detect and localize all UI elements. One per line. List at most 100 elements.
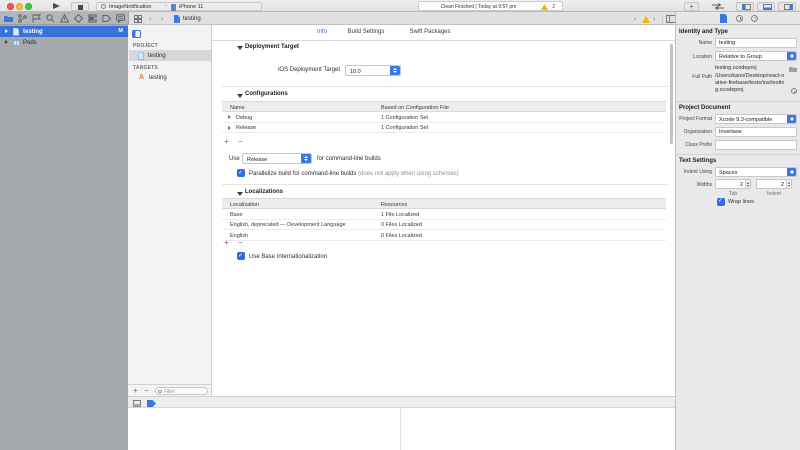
target-item-row[interactable]: A testing (129, 72, 211, 83)
config-name: Release (236, 125, 256, 131)
class-prefix-field[interactable] (715, 140, 797, 150)
section-disclosure-icon[interactable] (237, 192, 243, 196)
symbol-navigator-icon[interactable] (32, 14, 41, 23)
history-inspector-icon[interactable] (736, 15, 743, 22)
tab-width-stepper[interactable]: 2 (715, 179, 751, 189)
tab-caption: Tab (715, 192, 751, 197)
use-suffix-label: for command-line builds (317, 156, 381, 162)
close-window-button[interactable] (7, 3, 14, 10)
activity-viewer: Clean Finished | Today at 9:57 pm 2 (418, 1, 563, 11)
scheme-target-label: ImageNotification (109, 5, 152, 11)
breakpoints-toggle-icon[interactable] (147, 400, 156, 407)
disclosure-triangle-icon[interactable] (228, 115, 231, 119)
open-path-arrow-icon[interactable] (791, 88, 797, 94)
stepper-arrows-icon[interactable] (745, 180, 750, 188)
parallelize-checkbox[interactable] (237, 169, 245, 177)
column-header-localization: Localization (230, 202, 259, 208)
localization-resources: 0 Files Localized (381, 233, 422, 239)
stop-button[interactable] (71, 2, 89, 11)
library-button[interactable]: + (684, 2, 699, 11)
disclosure-triangle-icon[interactable] (5, 29, 8, 33)
stepper-arrows-icon[interactable] (786, 180, 791, 188)
table-header: Localization Resources (222, 199, 666, 209)
table-row[interactable]: Base 1 File Localized (222, 209, 666, 220)
run-button[interactable] (53, 3, 60, 9)
tab-info[interactable]: Info (307, 29, 337, 35)
add-target-button[interactable]: + (133, 387, 138, 395)
forward-button[interactable]: › (161, 15, 164, 23)
project-item-row[interactable]: testing (129, 50, 211, 61)
file-inspector-icon[interactable] (720, 14, 727, 23)
variables-view[interactable] (128, 408, 400, 450)
indent-using-popup[interactable]: Spaces (715, 167, 797, 177)
use-label: Use (229, 156, 240, 162)
project-format-label: Project Format (676, 116, 712, 122)
test-navigator-icon[interactable] (74, 14, 83, 23)
project-item-label: testing (148, 53, 166, 59)
issue-navigator-icon[interactable] (60, 14, 69, 23)
navigator-tab-strip (0, 12, 128, 25)
table-row[interactable]: Debug 1 Configuration Set (222, 112, 666, 123)
wrap-lines-checkbox[interactable] (717, 198, 725, 206)
identity-section-title: Identity and Type (679, 29, 728, 35)
source-control-navigator-icon[interactable] (18, 14, 27, 23)
toggle-navigator-button[interactable] (736, 2, 754, 11)
quick-help-inspector-icon[interactable]: ? (751, 15, 758, 22)
navigator-item-testing[interactable]: testing M (0, 26, 128, 37)
hide-debug-area-icon[interactable] (133, 400, 141, 407)
organization-field[interactable] (715, 127, 797, 137)
config-value: 1 Configuration Set (381, 115, 428, 121)
issue-back-button[interactable]: ‹ (634, 15, 637, 23)
section-disclosure-icon[interactable] (237, 94, 243, 98)
toggle-debug-area-button[interactable] (757, 2, 775, 11)
remove-localization-button[interactable]: − (238, 239, 243, 247)
scheme-selector[interactable]: ImageNotification › iPhone 11 (96, 2, 262, 11)
warning-icon[interactable] (541, 4, 548, 10)
editor-scrollbar[interactable] (670, 44, 673, 144)
indent-width-stepper[interactable]: 2 (756, 179, 792, 189)
name-field[interactable] (715, 38, 797, 48)
localizations-section-title: Localizations (245, 189, 283, 195)
filter-field[interactable]: Filter (155, 387, 208, 395)
table-row[interactable]: Release 1 Configuration Set (222, 123, 666, 134)
console-view[interactable] (401, 408, 675, 450)
disclosure-triangle-icon[interactable] (5, 40, 8, 44)
toggle-inspector-button[interactable] (778, 2, 796, 11)
tab-build-settings[interactable]: Build Settings (344, 29, 388, 35)
report-navigator-icon[interactable] (116, 14, 125, 23)
issue-warning-icon[interactable] (642, 16, 650, 23)
table-row[interactable]: English 0 Files Localized (222, 230, 666, 241)
project-navigator-icon[interactable] (4, 14, 13, 23)
deployment-target-popup[interactable]: 10.0 (345, 65, 401, 76)
base-internationalization-checkbox[interactable] (237, 252, 245, 260)
class-prefix-label: Class Prefix (676, 142, 712, 148)
tab-overview-icon[interactable] (134, 15, 142, 23)
jump-bar-file-label[interactable]: testing (183, 16, 201, 22)
navigator-item-pods[interactable]: Pods (0, 37, 128, 48)
breakpoint-navigator-icon[interactable] (102, 14, 111, 23)
project-navigator: testing M Pods (0, 25, 128, 450)
add-localization-button[interactable]: + (224, 239, 229, 247)
back-button[interactable]: ‹ (149, 15, 152, 23)
disclosure-triangle-icon[interactable] (228, 126, 231, 130)
add-configuration-button[interactable]: + (224, 138, 229, 146)
tab-swift-packages[interactable]: Swift Packages (406, 29, 454, 35)
remove-configuration-button[interactable]: − (238, 138, 243, 146)
minimize-window-button[interactable] (16, 3, 23, 10)
base-internationalization-label: Use Base Internationalization (249, 254, 327, 260)
zoom-window-button[interactable] (25, 3, 32, 10)
project-format-popup[interactable]: Xcode 9.3-compatible (715, 114, 797, 124)
debug-navigator-icon[interactable] (88, 14, 97, 23)
section-disclosure-icon[interactable] (237, 46, 243, 50)
find-navigator-icon[interactable] (46, 14, 55, 23)
editor-swap-icon[interactable] (711, 3, 725, 10)
warning-count-badge[interactable]: 2 (552, 5, 555, 10)
reveal-folder-icon[interactable] (789, 66, 797, 72)
remove-target-button[interactable]: − (144, 387, 149, 395)
issue-forward-button[interactable]: › (653, 15, 656, 23)
location-popup[interactable]: Relative to Group (715, 51, 797, 61)
table-row[interactable]: English, deprecated — Development Langua… (222, 220, 666, 231)
sidebar-toggle-icon[interactable] (132, 30, 141, 38)
navigator-panel-icon (742, 4, 751, 10)
command-line-config-popup[interactable]: Release (242, 153, 312, 164)
